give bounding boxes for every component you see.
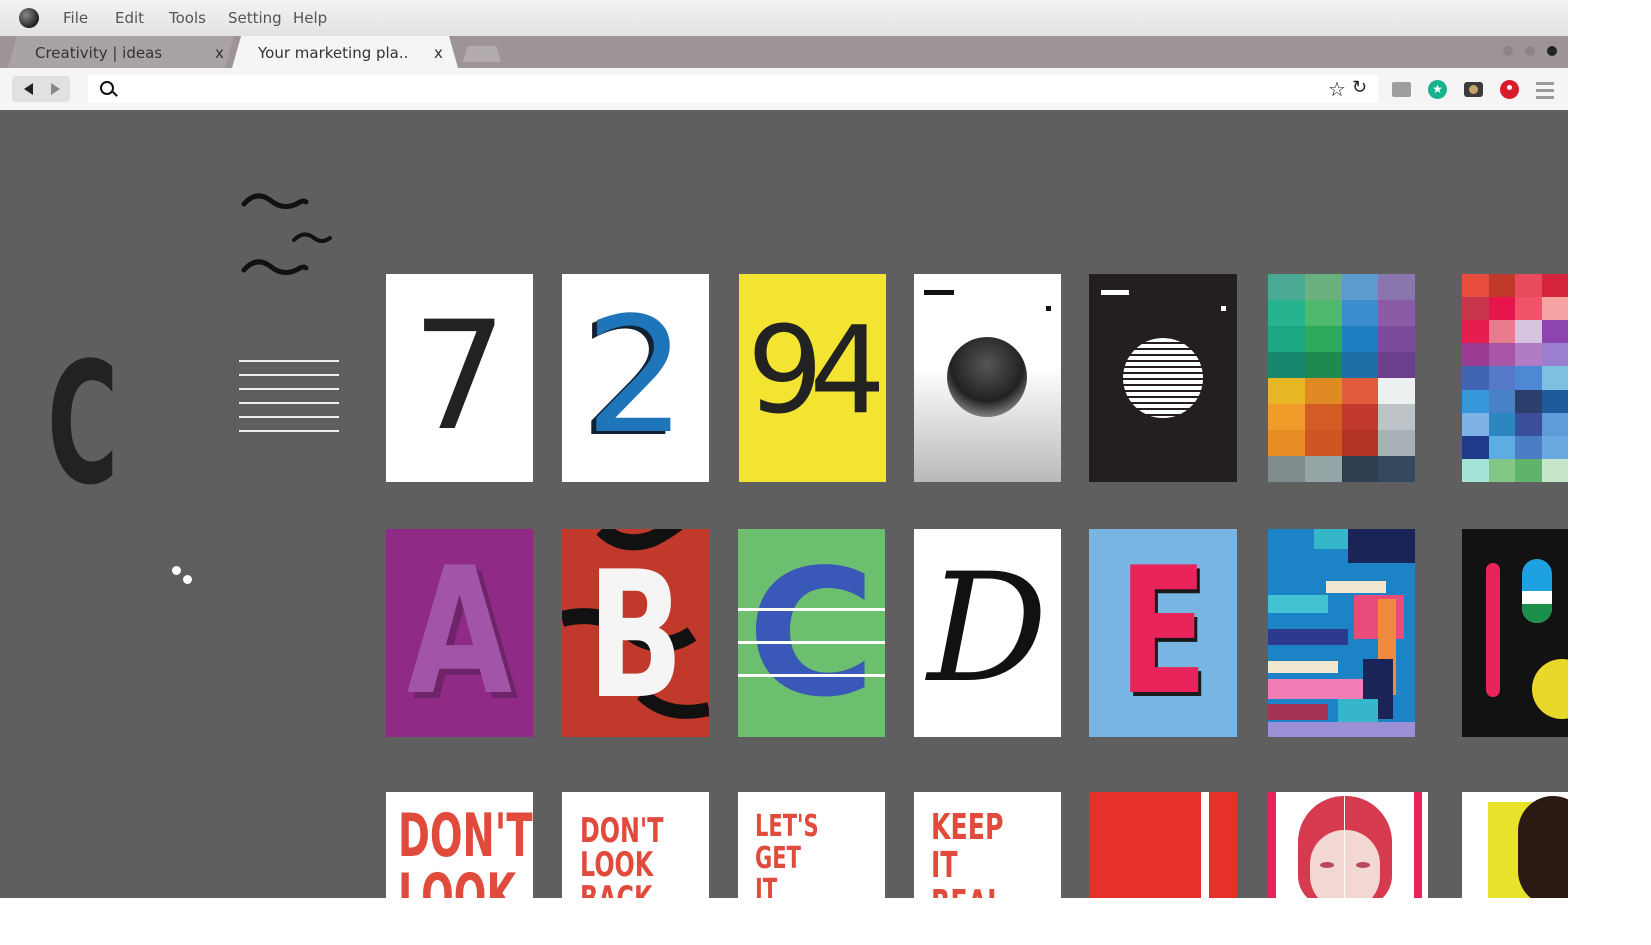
address-bar[interactable]: ☆ ↻	[88, 75, 1378, 103]
poster-text-line: IT	[931, 845, 958, 886]
menu-setting[interactable]: Setting	[228, 9, 282, 27]
poster-noise-circle[interactable]	[914, 274, 1061, 482]
lines-decor	[239, 360, 339, 444]
poster-letter: A	[406, 531, 513, 734]
tab-creativity[interactable]: Creativity | ideas x	[8, 36, 234, 68]
hamburger-menu-icon[interactable]	[1536, 82, 1554, 85]
forward-arrow-icon[interactable]	[51, 83, 60, 95]
poster-numeral: 94	[747, 302, 886, 441]
url-input[interactable]	[126, 78, 1310, 102]
poster-portrait[interactable]	[1268, 792, 1428, 898]
poster-numeral: 7	[411, 290, 508, 464]
poster-letter-c[interactable]: C	[738, 529, 885, 737]
dot-decor	[183, 575, 192, 584]
poster-pixel-grid[interactable]	[1462, 274, 1568, 482]
tab-title: Creativity | ideas	[35, 44, 163, 62]
poster-letter-a[interactable]: A	[386, 529, 533, 737]
pin-extension-icon[interactable]	[1500, 80, 1519, 99]
poster-ninety-four[interactable]: 94	[739, 274, 886, 482]
bookmark-star-icon[interactable]: ☆	[1328, 77, 1346, 102]
poster-letter-e[interactable]: E	[1089, 529, 1237, 737]
cast-extension-icon[interactable]	[1392, 82, 1411, 97]
window-maximize-button[interactable]	[1525, 46, 1535, 56]
poster-color-grid[interactable]	[1268, 274, 1415, 482]
back-arrow-icon[interactable]	[24, 83, 33, 95]
poster-text-line: DON'T	[398, 801, 533, 871]
poster-red-stripes[interactable]	[1089, 792, 1237, 898]
poster-pill-shapes[interactable]	[1462, 529, 1568, 737]
browser-window: File Edit Tools Setting Help Creativity …	[0, 0, 1568, 898]
search-icon	[100, 81, 114, 95]
menu-file[interactable]: File	[63, 9, 88, 27]
tab-marketing-plan[interactable]: Your marketing pla.. x	[232, 36, 458, 68]
poster-letter: C	[747, 533, 876, 736]
menu-bar: File Edit Tools Setting Help	[0, 0, 1568, 36]
poster-striped-circle[interactable]	[1089, 274, 1237, 482]
poster-dont-look[interactable]: DON'T LOOK	[386, 792, 533, 898]
poster-numeral: 2	[584, 282, 687, 469]
poster-text-line: REAL	[931, 886, 1003, 899]
nav-buttons	[12, 76, 70, 102]
poster-lets-get-it[interactable]: LET'S GET IT	[738, 792, 885, 898]
poster-dont-look-back[interactable]: DON'T LOOK BACK	[562, 792, 709, 898]
poster-portrait-yellow[interactable]	[1462, 792, 1568, 898]
wave-decor-icon	[241, 193, 332, 275]
new-tab-button[interactable]	[463, 46, 501, 62]
poster-letter: D	[927, 542, 1048, 716]
menu-tools[interactable]: Tools	[169, 9, 206, 27]
poster-text-line: LOOK	[580, 845, 654, 885]
decor-letter: C	[47, 326, 119, 522]
poster-letter: E	[1118, 531, 1208, 734]
poster-text-line: GET	[755, 841, 801, 876]
poster-letter-b[interactable]: B	[562, 529, 709, 737]
reload-icon[interactable]: ↻	[1352, 77, 1367, 98]
poster-text-line: LET'S	[755, 809, 819, 844]
menu-help[interactable]: Help	[293, 9, 327, 27]
tab-title: Your marketing pla..	[258, 44, 409, 62]
poster-text-line: DON'T	[580, 811, 664, 851]
star-extension-icon[interactable]: ★	[1428, 80, 1447, 99]
poster-letter: B	[587, 535, 684, 737]
tab-close-button[interactable]: x	[434, 44, 443, 62]
dot-decor	[172, 566, 181, 575]
window-close-button[interactable]	[1547, 46, 1557, 56]
tab-close-button[interactable]: x	[215, 44, 224, 62]
poster-text-line: IT	[755, 873, 778, 899]
poster-text-line: LOOK	[398, 861, 517, 898]
tab-bar: Creativity | ideas x Your marketing pla.…	[0, 36, 1568, 68]
apple-logo-icon[interactable]	[19, 8, 39, 28]
poster-letter-d[interactable]: D	[914, 529, 1061, 737]
poster-glitch-blocks[interactable]	[1268, 529, 1415, 737]
poster-text-line: BACK	[580, 882, 652, 898]
poster-seven[interactable]: 7	[386, 274, 533, 482]
poster-two[interactable]: 2	[562, 274, 709, 482]
poster-keep-it-real[interactable]: KEEP IT REAL	[914, 792, 1061, 898]
poster-text-line: KEEP	[931, 807, 1004, 848]
menu-edit[interactable]: Edit	[115, 9, 144, 27]
browser-toolbar: ☆ ↻	[0, 68, 1568, 110]
camera-extension-icon[interactable]	[1464, 82, 1483, 97]
window-minimize-button[interactable]	[1503, 46, 1513, 56]
